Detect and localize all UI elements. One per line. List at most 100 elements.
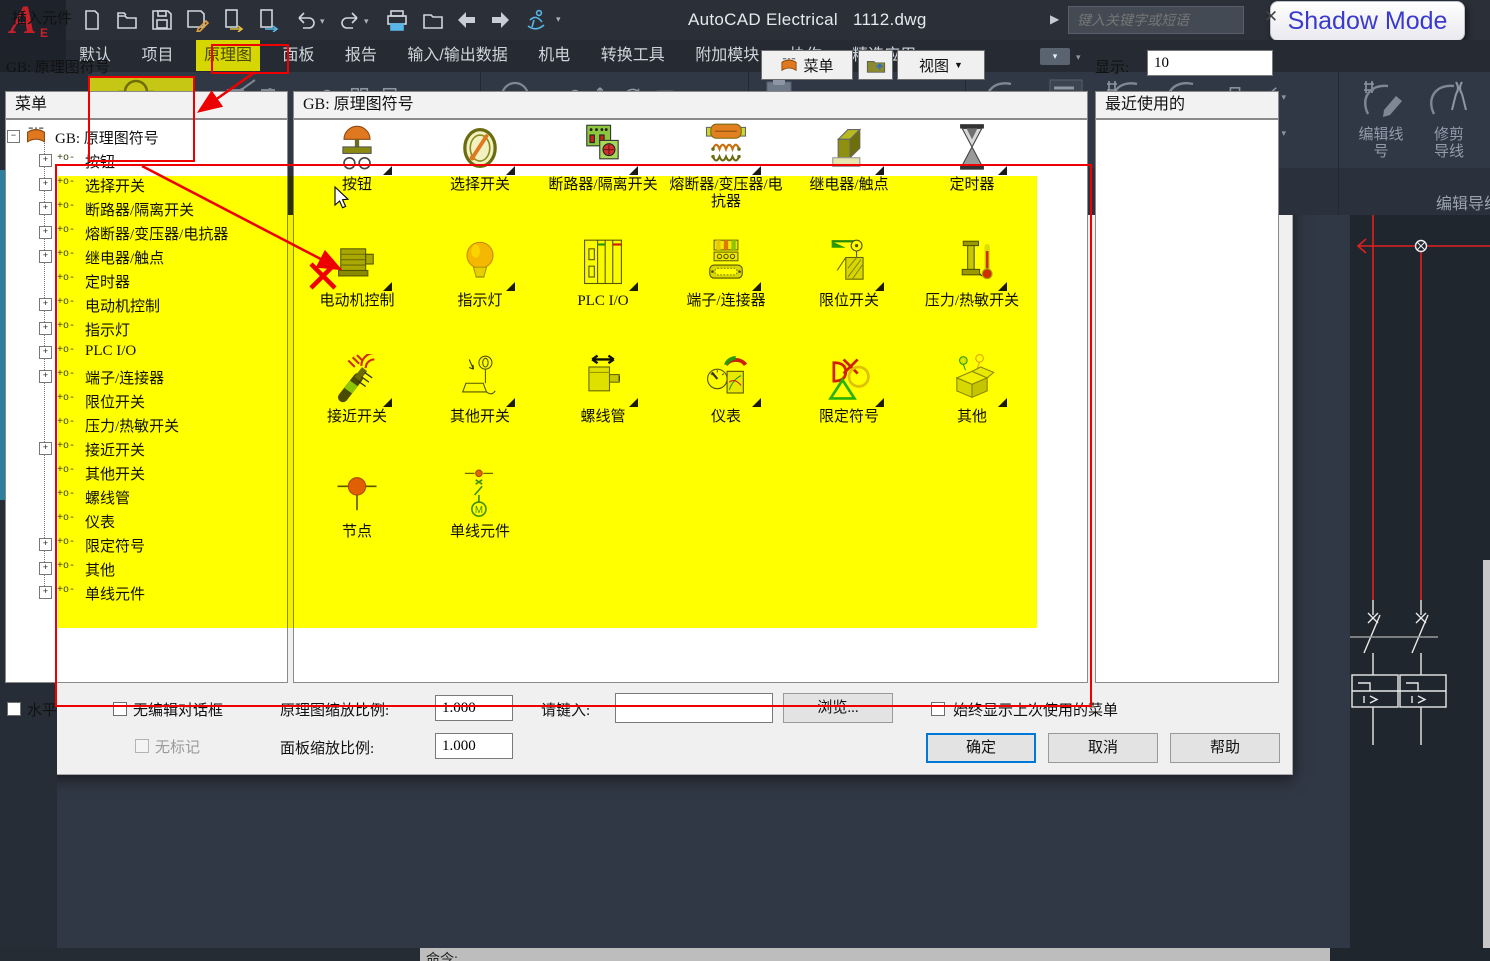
symbol-cell[interactable]: 继电器/触点 bbox=[787, 122, 911, 194]
tree-item[interactable]: + +o- 单线元件 bbox=[5, 582, 283, 604]
symbol-cell[interactable]: 压力/热敏开关 bbox=[910, 238, 1034, 310]
tree-item[interactable]: + +o- 选择开关 bbox=[5, 174, 283, 196]
close-icon[interactable]: ✕ bbox=[1258, 6, 1284, 28]
panel-scale-input[interactable] bbox=[435, 733, 513, 759]
expand-icon[interactable]: + bbox=[39, 178, 52, 191]
ribbon-display-dropdown-icon[interactable]: ▾ bbox=[1076, 52, 1081, 63]
expand-icon[interactable]: + bbox=[39, 442, 52, 455]
always-show-last-menu-checkbox[interactable] bbox=[931, 702, 945, 716]
tree-item[interactable]: + +o- PLC I/O bbox=[5, 342, 283, 364]
tree-item[interactable]: + +o- 按钮 bbox=[5, 150, 283, 172]
tree-item[interactable]: + +o- 电动机控制 bbox=[5, 294, 283, 316]
symbol-cell[interactable]: 接近开关 bbox=[295, 354, 419, 426]
browse-button[interactable]: 浏览... bbox=[783, 693, 893, 723]
expand-icon[interactable]: + bbox=[39, 346, 52, 359]
symbol-cell[interactable]: 其他开关 bbox=[418, 354, 542, 426]
tree-item[interactable]: +o- 限位开关 bbox=[5, 390, 283, 412]
new-file-icon[interactable] bbox=[80, 8, 104, 32]
search-collapse-icon[interactable]: ▶ bbox=[1050, 12, 1059, 26]
undo-icon[interactable] bbox=[294, 8, 318, 32]
no-edit-dialog-checkbox[interactable] bbox=[113, 702, 127, 716]
undo-dropdown-icon[interactable]: ▾ bbox=[320, 16, 325, 27]
tab-project[interactable]: 项目 bbox=[133, 40, 181, 71]
expand-icon[interactable]: + bbox=[39, 250, 52, 263]
tree-item[interactable]: + +o- 限定符号 bbox=[5, 534, 283, 556]
save-icon[interactable] bbox=[150, 8, 174, 32]
transfer-icon[interactable] bbox=[256, 8, 280, 33]
tree-item[interactable]: + +o- 其他 bbox=[5, 558, 283, 580]
trim-wire-button[interactable]: 修剪导线 bbox=[1420, 76, 1478, 172]
tab-conversion-tools[interactable]: 转换工具 bbox=[593, 40, 673, 71]
tab-panel[interactable]: 面板 bbox=[274, 40, 322, 71]
symbol-cell[interactable]: 限定符号 bbox=[787, 354, 911, 426]
type-it-input[interactable] bbox=[615, 693, 773, 723]
symbol-cell[interactable]: 断路器/隔离开关 bbox=[541, 122, 665, 194]
expand-icon[interactable]: + bbox=[39, 562, 52, 575]
collapse-icon[interactable]: − bbox=[7, 130, 20, 143]
tab-schematic[interactable]: 原理图 bbox=[195, 40, 260, 71]
edit-wires-panel-label[interactable]: 编辑导线 bbox=[1436, 190, 1490, 214]
symbol-cell[interactable]: 指示灯 bbox=[418, 238, 542, 310]
tree-item[interactable]: + +o- 继电器/触点 bbox=[5, 246, 283, 268]
expand-icon[interactable]: + bbox=[39, 322, 52, 335]
tab-add-ins[interactable]: 附加模块 bbox=[687, 40, 767, 71]
edit-wire-number-button[interactable]: 编辑线号 bbox=[1352, 76, 1410, 172]
tree-item[interactable]: +o- 仪表 bbox=[5, 510, 283, 532]
cancel-button[interactable]: 取消 bbox=[1048, 733, 1158, 763]
tree-item[interactable]: + +o- 接近开关 bbox=[5, 438, 283, 460]
back-icon[interactable] bbox=[455, 8, 479, 32]
symbol-cell[interactable]: 定时器 bbox=[910, 122, 1034, 194]
expand-icon[interactable]: + bbox=[39, 202, 52, 215]
tree-item[interactable]: + +o- 指示灯 bbox=[5, 318, 283, 340]
save-as-icon[interactable] bbox=[185, 8, 210, 34]
symbol-cell[interactable]: 按钮 bbox=[295, 122, 419, 194]
symbol-cell[interactable]: 电动机控制 bbox=[295, 238, 419, 310]
tree-item[interactable]: +o- 螺线管 bbox=[5, 486, 283, 508]
ribbon-display-toggle-icon[interactable]: ▾ bbox=[1040, 48, 1070, 65]
symbol-cell[interactable]: M 单线元件 bbox=[418, 469, 542, 541]
ok-button[interactable]: 确定 bbox=[926, 733, 1036, 763]
help-search-input[interactable] bbox=[1068, 6, 1244, 34]
tree-item[interactable]: +o- 压力/热敏开关 bbox=[5, 414, 283, 436]
menu-button[interactable]: 菜单 bbox=[761, 50, 853, 80]
menu-browse-button[interactable] bbox=[858, 50, 893, 80]
display-count-input[interactable] bbox=[1147, 50, 1273, 76]
tab-import-export[interactable]: 输入/输出数据 bbox=[399, 40, 515, 71]
tab-reports[interactable]: 报告 bbox=[337, 40, 385, 71]
expand-icon[interactable]: + bbox=[39, 538, 52, 551]
recent-list[interactable] bbox=[1095, 119, 1279, 683]
tree-item[interactable]: + +o- 熔断器/变压器/电抗器 bbox=[5, 222, 283, 244]
symbol-cell[interactable]: 限位开关 bbox=[787, 238, 911, 310]
tree-root-item[interactable]: − GB: 原理图符号 bbox=[5, 126, 283, 148]
tree-item[interactable]: + +o- 端子/连接器 bbox=[5, 366, 283, 388]
new-folder-icon[interactable] bbox=[421, 8, 445, 32]
symbol-cell[interactable]: 其他 bbox=[910, 354, 1034, 426]
symbol-cell[interactable]: 选择开关 bbox=[418, 122, 542, 194]
expand-icon[interactable]: + bbox=[39, 226, 52, 239]
qat-dropdown-icon[interactable]: ▾ bbox=[556, 14, 561, 25]
symbol-cell[interactable]: 端子/连接器 bbox=[664, 238, 788, 310]
export-icon[interactable] bbox=[221, 8, 245, 33]
help-button[interactable]: 帮助 bbox=[1170, 733, 1280, 763]
tree-item[interactable]: + +o- 断路器/隔离开关 bbox=[5, 198, 283, 220]
expand-icon[interactable]: + bbox=[39, 586, 52, 599]
forward-icon[interactable] bbox=[488, 8, 512, 32]
redo-icon[interactable] bbox=[338, 8, 362, 32]
sketch-icon[interactable] bbox=[524, 8, 548, 32]
expand-icon[interactable]: + bbox=[39, 370, 52, 383]
tab-electromechanical[interactable]: 机电 bbox=[530, 40, 578, 71]
tree-item[interactable]: +o- 定时器 bbox=[5, 270, 283, 292]
open-file-icon[interactable] bbox=[115, 8, 139, 32]
schematic-scale-input[interactable] bbox=[435, 695, 513, 721]
symbol-cell[interactable]: 熔断器/变压器/电抗器 bbox=[664, 122, 788, 211]
redo-dropdown-icon[interactable]: ▾ bbox=[364, 16, 369, 27]
horizontal-checkbox[interactable] bbox=[7, 702, 21, 716]
expand-icon[interactable]: + bbox=[39, 154, 52, 167]
symbol-cell[interactable]: PLC I/O bbox=[541, 238, 665, 310]
view-button[interactable]: 视图 ▼ bbox=[897, 50, 985, 80]
symbol-cell[interactable]: 螺线管 bbox=[541, 354, 665, 426]
print-icon[interactable] bbox=[385, 8, 409, 32]
drawing-canvas[interactable] bbox=[1350, 215, 1490, 961]
symbol-cell[interactable]: 节点 bbox=[295, 469, 419, 541]
expand-icon[interactable]: + bbox=[39, 298, 52, 311]
